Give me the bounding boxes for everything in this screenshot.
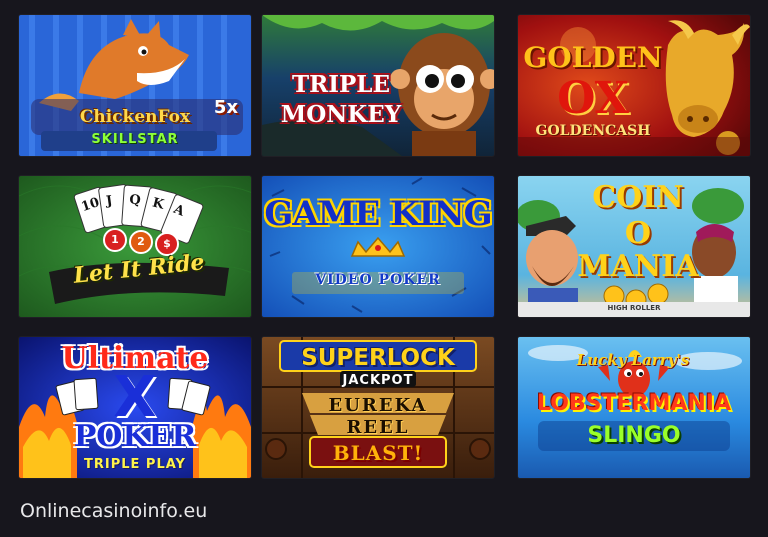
game-subtitle-3: BLAST! [332,441,424,465]
game-title-coin: COIN [592,180,684,215]
game-tile-game-king[interactable]: GAME KING VIDEO POKER [262,176,494,317]
game-tile-superlock-jackpot[interactable]: SUPERLOCK JACKPOT EUREKA REEL BLAST! [262,337,494,478]
game-tile-coin-o-mania[interactable]: COIN O MANIA HIGH ROLLER [518,176,750,317]
game-title-o: O [624,216,652,251]
game-grid: ChickenFox SKILLSTAR 5x TRIPLE MONKEY GO… [0,0,768,537]
game-subtitle: SKILLSTAR [91,132,179,147]
game-title-line-1: TRIPLE [292,71,390,98]
site-watermark: Onlinecasinoinfo.eu [20,500,208,522]
game-subtitle-1: EUREKA [328,395,428,416]
game-title: GAME KING [264,194,492,234]
game-title: LOBSTERMANIA [536,391,732,416]
chip-label-dollar: $ [163,237,171,250]
game-subtitle: GOLDENCASH [535,123,651,139]
game-badge: HIGH ROLLER [607,304,661,312]
game-tile-golden-ox[interactable]: GOLDEN OX GOLDENCASH [518,15,750,156]
game-subtitle: TRIPLE PLAY [84,457,186,472]
multiplier-badge: 5x [213,97,239,118]
game-subtitle: VIDEO POKER [315,272,441,288]
game-tile-ultimate-x-poker[interactable]: Ultimate X POKER TRIPLE PLAY [19,337,251,478]
game-title-poker: POKER [73,419,197,454]
chip-label-1: 1 [111,233,119,246]
game-tile-chicken-fox[interactable]: ChickenFox SKILLSTAR 5x [19,15,251,156]
game-subtitle: SLINGO [587,423,681,448]
svg-text:Q: Q [129,192,141,208]
game-tile-triple-monkey[interactable]: TRIPLE MONKEY [262,15,494,156]
game-title: SUPERLOCK [301,345,455,371]
game-subtitle-2: REEL [346,417,410,438]
game-title-ox: OX [557,73,629,124]
game-tile-lobstermania-slingo[interactable]: Lucky Larry's LOBSTERMANIA SLINGO [518,337,750,478]
game-title-prefix: Lucky Larry's [576,351,690,369]
game-title-mania: MANIA [577,249,699,284]
jackpot-label: JACKPOT [342,373,414,388]
game-title-line-2: MONKEY [280,101,402,128]
game-title: GOLDEN [523,41,663,74]
chip-label-2: 2 [137,235,145,248]
game-tile-let-it-ride[interactable]: 10 J Q K A 1 2 $ Let It Ride [19,176,251,317]
